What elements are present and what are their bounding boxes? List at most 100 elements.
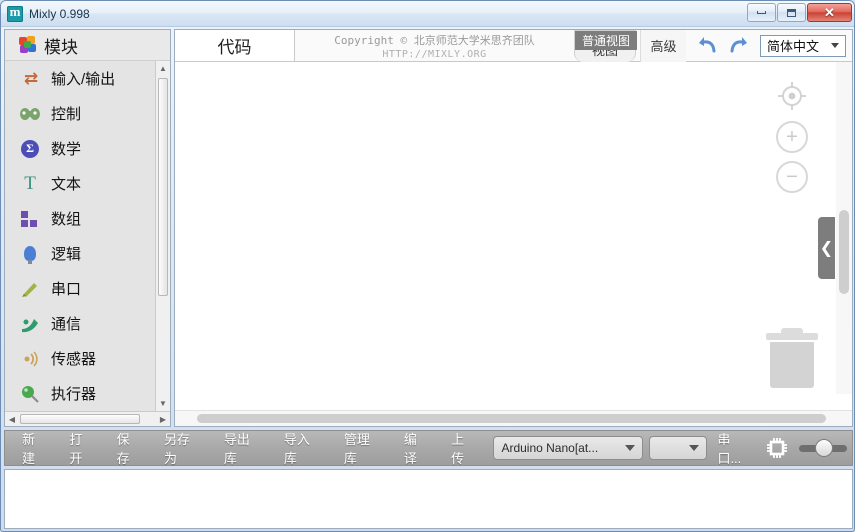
restore-icon — [787, 8, 796, 17]
status-output-panel — [4, 469, 853, 529]
serial-monitor-label[interactable]: 串口... — [717, 429, 753, 467]
port-select[interactable] — [649, 436, 708, 460]
sidebar-item-control[interactable]: 控制 — [5, 96, 170, 131]
language-select-value: 简体中文 — [767, 39, 820, 54]
sidebar-item-array[interactable]: 数组 — [5, 201, 170, 236]
canvas-vertical-scrollbar[interactable] — [836, 62, 852, 394]
sidebar-horizontal-scrollbar[interactable]: ◀ ▶ — [5, 411, 170, 426]
sidebar-item-label: 输入/输出 — [51, 71, 116, 88]
main-header: 代码 Copyright © 北京师范大学米思齐团队 HTTP://MIXLY.… — [175, 29, 852, 62]
open-button[interactable]: 打开 — [58, 432, 105, 466]
undo-icon[interactable] — [696, 34, 720, 58]
sidebar-item-label: 执行器 — [51, 386, 97, 403]
export-library-button[interactable]: 导出库 — [213, 432, 273, 466]
tab-code[interactable]: 代码 — [175, 30, 295, 61]
sidebar-item-label: 通信 — [51, 316, 82, 333]
communication-icon — [19, 313, 41, 335]
actuator-icon — [19, 383, 41, 405]
language-select[interactable]: 简体中文 — [760, 34, 846, 57]
zoom-in-button[interactable]: + — [776, 121, 808, 153]
sidebar-item-label: 逻辑 — [51, 246, 82, 263]
sidebar-item-serial[interactable]: 串口 — [5, 271, 170, 306]
tooltip-normal-view: 普通视图 — [575, 30, 637, 50]
scroll-thumb-horizontal[interactable] — [20, 414, 140, 424]
sidebar-item-label: 控制 — [51, 106, 82, 123]
sidebar-item-actuator[interactable]: 执行器 — [5, 376, 170, 411]
logic-icon — [19, 243, 41, 265]
maximize-button[interactable] — [777, 3, 806, 22]
chevron-down-icon — [689, 445, 700, 451]
board-select-value: Arduino Nano[at... — [501, 441, 599, 455]
chevron-down-icon — [831, 43, 839, 48]
sidebar-item-label: 数学 — [51, 141, 82, 158]
minimize-icon — [757, 11, 766, 14]
scroll-thumb[interactable] — [158, 78, 168, 296]
text-icon: T — [24, 172, 36, 194]
control-icon — [19, 103, 41, 125]
sidebar-item-sensor[interactable]: 传感器 — [5, 341, 170, 376]
chevron-down-icon — [625, 445, 636, 451]
trash-icon[interactable] — [764, 328, 820, 390]
collapse-panel-button[interactable]: ❮ — [818, 217, 835, 279]
sidebar-header: 模块 — [5, 30, 170, 60]
mode-toggle[interactable] — [799, 439, 848, 457]
math-icon: Σ — [19, 138, 41, 160]
main-panel: 代码 Copyright © 北京师范大学米思齐团队 HTTP://MIXLY.… — [174, 29, 853, 427]
bottom-toolbar: 新建 打开 保存 另存为 导出库 导入库 管理库 编译 上传 Arduino N… — [4, 430, 853, 466]
sidebar-item-text[interactable]: T 文本 — [5, 166, 170, 201]
center-target-icon[interactable] — [775, 79, 809, 113]
compile-button[interactable]: 编译 — [393, 432, 440, 466]
sidebar-item-label: 传感器 — [51, 351, 97, 368]
body-area: 模块 ⇄ 输入/输出 控制 Σ 数学 T 文本 数组 逻辑 串口 通信 传感器 … — [4, 29, 853, 427]
sidebar-title: 模块 — [44, 37, 78, 57]
mixly-main-window: Mixly 0.998 ✕ 模块 ⇄ — [0, 0, 855, 532]
sidebar-item-input-output[interactable]: ⇄ 输入/输出 — [5, 61, 170, 96]
upload-button[interactable]: 上传 — [440, 432, 487, 466]
serial-icon — [19, 278, 41, 300]
array-icon — [19, 208, 41, 230]
blocks-sidebar: 模块 ⇄ 输入/输出 控制 Σ 数学 T 文本 数组 逻辑 串口 通信 传感器 … — [4, 29, 171, 427]
scroll-up-icon[interactable]: ▲ — [156, 61, 170, 76]
zoom-out-button[interactable]: − — [776, 161, 808, 193]
input-output-icon: ⇄ — [23, 68, 38, 88]
window-title: Mixly 0.998 — [29, 6, 90, 21]
header-right-controls: 视图 普通视图 高级 简体中文 — [574, 29, 852, 62]
scroll-down-icon[interactable]: ▼ — [156, 396, 170, 411]
mixly-app-icon — [7, 4, 23, 22]
copyright-line-1: Copyright © 北京师范大学米思齐团队 — [334, 33, 535, 47]
tab-advanced[interactable]: 高级 — [640, 29, 686, 62]
save-as-button[interactable]: 另存为 — [153, 432, 213, 466]
close-button[interactable]: ✕ — [807, 3, 852, 22]
sidebar-item-logic[interactable]: 逻辑 — [5, 236, 170, 271]
toggle-knob[interactable] — [815, 439, 834, 457]
canvas-horizontal-scrollbar[interactable] — [175, 410, 852, 426]
sidebar-item-label: 文本 — [51, 176, 82, 193]
minimize-button[interactable] — [747, 3, 776, 22]
sidebar-vertical-scrollbar[interactable]: ▲ ▼ — [155, 61, 170, 411]
puzzle-icon — [19, 35, 38, 55]
sidebar-item-communication[interactable]: 通信 — [5, 306, 170, 341]
canvas-scroll-thumb-horizontal[interactable] — [197, 414, 826, 423]
copyright-block: Copyright © 北京师范大学米思齐团队 HTTP://MIXLY.ORG — [295, 30, 574, 61]
save-button[interactable]: 保存 — [106, 432, 153, 466]
board-select[interactable]: Arduino Nano[at... — [493, 436, 644, 460]
scroll-left-icon[interactable]: ◀ — [5, 415, 19, 424]
microchip-icon[interactable] — [765, 436, 789, 460]
import-library-button[interactable]: 导入库 — [273, 432, 333, 466]
sidebar-item-math[interactable]: Σ 数学 — [5, 131, 170, 166]
chevron-left-icon: ❮ — [819, 240, 834, 257]
sidebar-category-list: ⇄ 输入/输出 控制 Σ 数学 T 文本 数组 逻辑 串口 通信 传感器 执行器… — [5, 60, 170, 411]
trash-lid — [766, 333, 818, 340]
trash-body — [770, 342, 814, 388]
sensor-icon — [19, 348, 41, 370]
redo-icon[interactable] — [726, 34, 750, 58]
undo-redo-group — [690, 34, 756, 58]
manage-library-button[interactable]: 管理库 — [333, 432, 393, 466]
new-button[interactable]: 新建 — [11, 432, 58, 466]
copyright-line-2: HTTP://MIXLY.ORG — [382, 48, 487, 60]
scroll-right-icon[interactable]: ▶ — [156, 415, 170, 424]
canvas-scroll-thumb-vertical[interactable] — [839, 210, 849, 294]
blocks-canvas[interactable]: ❮ + − — [175, 62, 852, 410]
tab-view[interactable]: 视图 普通视图 — [574, 29, 637, 62]
close-icon: ✕ — [824, 4, 835, 20]
